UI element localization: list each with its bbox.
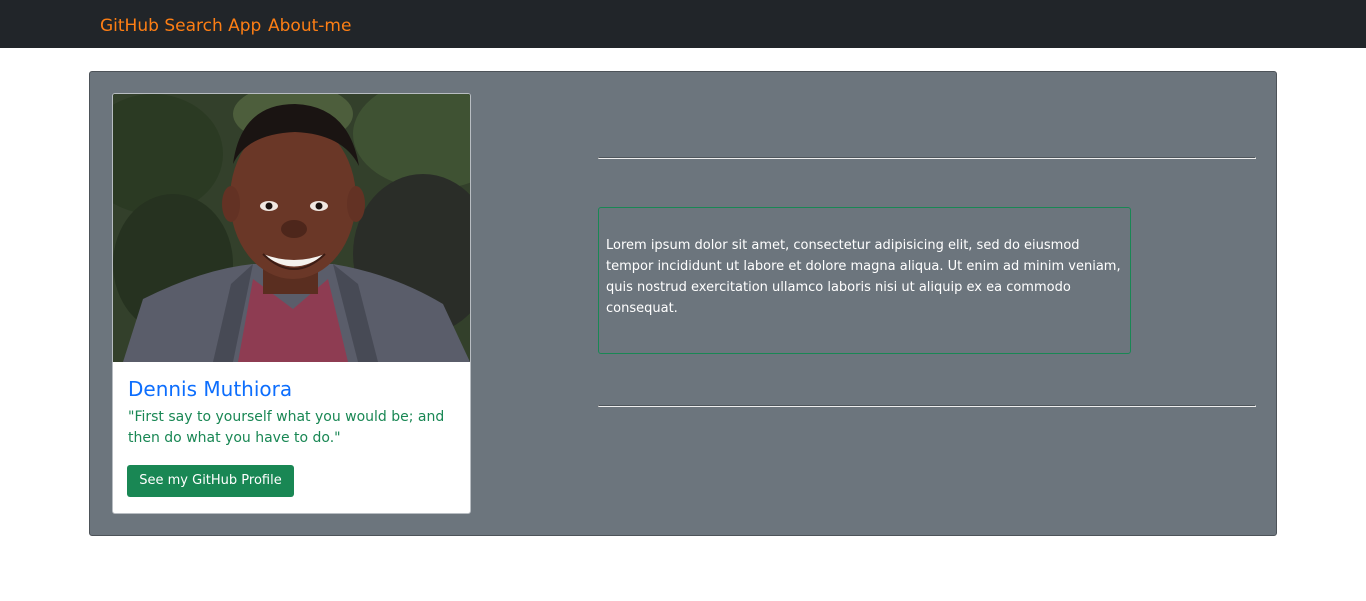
- profile-photo-illustration: [113, 94, 470, 362]
- main-panel: Dennis Muthiora "First say to yourself w…: [89, 71, 1277, 536]
- github-profile-button[interactable]: See my GitHub Profile: [127, 465, 294, 497]
- nav-brand-link[interactable]: GitHub Search App: [100, 14, 261, 38]
- about-text-box: Lorem ipsum dolor sit amet, consectetur …: [598, 207, 1131, 354]
- divider-top: [598, 157, 1256, 159]
- about-text: Lorem ipsum dolor sit amet, consectetur …: [606, 238, 1121, 316]
- profile-card: Dennis Muthiora "First say to yourself w…: [112, 93, 471, 514]
- profile-name: Dennis Muthiora: [128, 377, 293, 401]
- profile-quote: "First say to yourself what you would be…: [128, 409, 445, 446]
- profile-photo: [113, 94, 470, 362]
- nav-about-me-link[interactable]: About-me: [268, 14, 351, 38]
- top-navbar: GitHub Search App About-me: [0, 0, 1366, 48]
- divider-bottom: [598, 405, 1256, 407]
